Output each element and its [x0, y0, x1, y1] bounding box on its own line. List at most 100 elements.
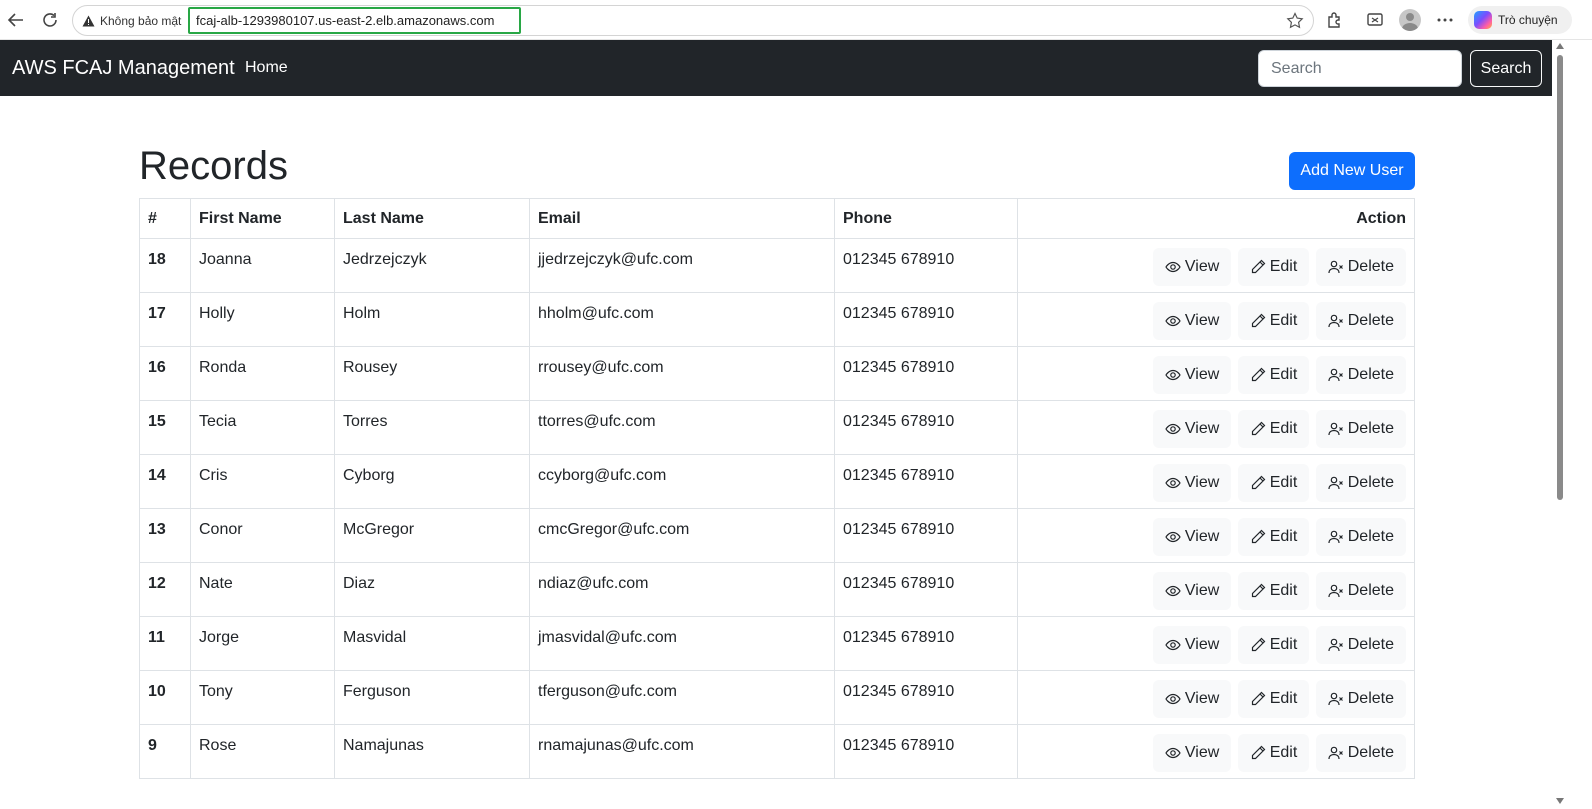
- reload-icon[interactable]: [38, 8, 62, 32]
- edit-button[interactable]: Edit: [1237, 626, 1310, 664]
- cell-phone: 012345 678910: [834, 724, 1018, 779]
- table-row: 13 Conor McGregor cmcGregor@ufc.com 0123…: [139, 508, 1415, 563]
- view-button[interactable]: View: [1152, 518, 1232, 556]
- extensions-icon[interactable]: [1323, 8, 1347, 32]
- pencil-icon: [1251, 313, 1266, 328]
- search-button[interactable]: Search: [1470, 50, 1542, 87]
- cell-actions: View Edit Delete: [1017, 508, 1415, 563]
- pencil-icon: [1251, 745, 1266, 760]
- cell-id: 11: [139, 616, 191, 671]
- view-button[interactable]: View: [1152, 572, 1232, 610]
- table-row: 17 Holly Holm hholm@ufc.com 012345 67891…: [139, 292, 1415, 347]
- cell-id: 10: [139, 670, 191, 725]
- edit-label: Edit: [1269, 258, 1298, 275]
- eye-icon: [1165, 315, 1181, 327]
- pencil-icon: [1251, 475, 1266, 490]
- cell-phone: 012345 678910: [834, 670, 1018, 725]
- delete-button[interactable]: Delete: [1315, 248, 1406, 286]
- person-x-icon: [1328, 260, 1343, 274]
- eye-icon: [1165, 531, 1181, 543]
- delete-label: Delete: [1347, 312, 1394, 329]
- edit-button[interactable]: Edit: [1237, 302, 1310, 340]
- address-bar[interactable]: Không bảo mật fcaj-alb-1293980107.us-eas…: [72, 5, 1314, 36]
- cell-actions: View Edit Delete: [1017, 562, 1415, 617]
- cell-email: rnamajunas@ufc.com: [529, 724, 835, 779]
- cell-last-name: Cyborg: [334, 454, 530, 509]
- cell-first-name: Rose: [190, 724, 335, 779]
- security-indicator[interactable]: Không bảo mật: [82, 6, 181, 35]
- pencil-icon: [1251, 529, 1266, 544]
- eye-icon: [1165, 477, 1181, 489]
- delete-label: Delete: [1347, 474, 1394, 491]
- edit-button[interactable]: Edit: [1237, 518, 1310, 556]
- edit-label: Edit: [1269, 582, 1298, 599]
- delete-button[interactable]: Delete: [1315, 464, 1406, 502]
- cell-email: hholm@ufc.com: [529, 292, 835, 347]
- delete-button[interactable]: Delete: [1315, 356, 1406, 394]
- pencil-icon: [1251, 259, 1266, 274]
- edit-button[interactable]: Edit: [1237, 680, 1310, 718]
- delete-button[interactable]: Delete: [1315, 734, 1406, 772]
- view-button[interactable]: View: [1152, 464, 1232, 502]
- edit-button[interactable]: Edit: [1237, 572, 1310, 610]
- delete-button[interactable]: Delete: [1315, 518, 1406, 556]
- cell-last-name: Masvidal: [334, 616, 530, 671]
- view-button[interactable]: View: [1152, 734, 1232, 772]
- person-x-icon: [1328, 746, 1343, 760]
- view-button[interactable]: View: [1152, 248, 1232, 286]
- search-input[interactable]: [1258, 50, 1462, 87]
- delete-button[interactable]: Delete: [1315, 572, 1406, 610]
- page-title: Records: [139, 144, 288, 188]
- add-new-user-button[interactable]: Add New User: [1289, 152, 1415, 190]
- edit-button[interactable]: Edit: [1237, 248, 1310, 286]
- delete-button[interactable]: Delete: [1315, 302, 1406, 340]
- edit-button[interactable]: Edit: [1237, 356, 1310, 394]
- more-menu-icon[interactable]: [1433, 8, 1457, 32]
- view-button[interactable]: View: [1152, 302, 1232, 340]
- scroll-up-arrow-icon[interactable]: [1556, 43, 1564, 49]
- back-icon[interactable]: [4, 8, 28, 32]
- url-text[interactable]: fcaj-alb-1293980107.us-east-2.elb.amazon…: [188, 7, 521, 34]
- edit-button[interactable]: Edit: [1237, 734, 1310, 772]
- view-button[interactable]: View: [1152, 680, 1232, 718]
- pencil-icon: [1251, 583, 1266, 598]
- view-button[interactable]: View: [1152, 356, 1232, 394]
- edit-label: Edit: [1269, 366, 1298, 383]
- profile-avatar[interactable]: [1398, 8, 1422, 32]
- screenshot-icon[interactable]: [1363, 8, 1387, 32]
- page-scrollbar[interactable]: [1552, 40, 1568, 809]
- view-label: View: [1184, 636, 1220, 653]
- person-x-icon: [1328, 692, 1343, 706]
- edit-label: Edit: [1269, 528, 1298, 545]
- view-button[interactable]: View: [1152, 626, 1232, 664]
- cell-first-name: Cris: [190, 454, 335, 509]
- nav-home-link[interactable]: Home: [245, 40, 288, 96]
- scroll-down-arrow-icon[interactable]: [1556, 798, 1564, 804]
- edit-button[interactable]: Edit: [1237, 464, 1310, 502]
- cell-actions: View Edit Delete: [1017, 454, 1415, 509]
- delete-button[interactable]: Delete: [1315, 626, 1406, 664]
- cell-actions: View Edit Delete: [1017, 346, 1415, 401]
- table-row: 16 Ronda Rousey rrousey@ufc.com 012345 6…: [139, 346, 1415, 401]
- view-label: View: [1184, 474, 1220, 491]
- cell-phone: 012345 678910: [834, 562, 1018, 617]
- security-label: Không bảo mật: [100, 13, 182, 28]
- navbar-brand[interactable]: AWS FCAJ Management: [12, 40, 235, 96]
- delete-button[interactable]: Delete: [1315, 680, 1406, 718]
- copilot-button[interactable]: Trò chuyện: [1468, 6, 1572, 34]
- table-row: 11 Jorge Masvidal jmasvidal@ufc.com 0123…: [139, 616, 1415, 671]
- delete-button[interactable]: Delete: [1315, 410, 1406, 448]
- col-header-email: Email: [529, 198, 835, 239]
- col-header-first-name: First Name: [190, 198, 335, 239]
- scroll-thumb[interactable]: [1557, 55, 1563, 500]
- cell-last-name: Holm: [334, 292, 530, 347]
- cell-first-name: Conor: [190, 508, 335, 563]
- favorite-star-icon[interactable]: [1283, 9, 1307, 33]
- cell-first-name: Holly: [190, 292, 335, 347]
- delete-label: Delete: [1347, 366, 1394, 383]
- view-button[interactable]: View: [1152, 410, 1232, 448]
- edit-button[interactable]: Edit: [1237, 410, 1310, 448]
- person-x-icon: [1328, 314, 1343, 328]
- col-header-id: #: [139, 198, 191, 239]
- cell-id: 13: [139, 508, 191, 563]
